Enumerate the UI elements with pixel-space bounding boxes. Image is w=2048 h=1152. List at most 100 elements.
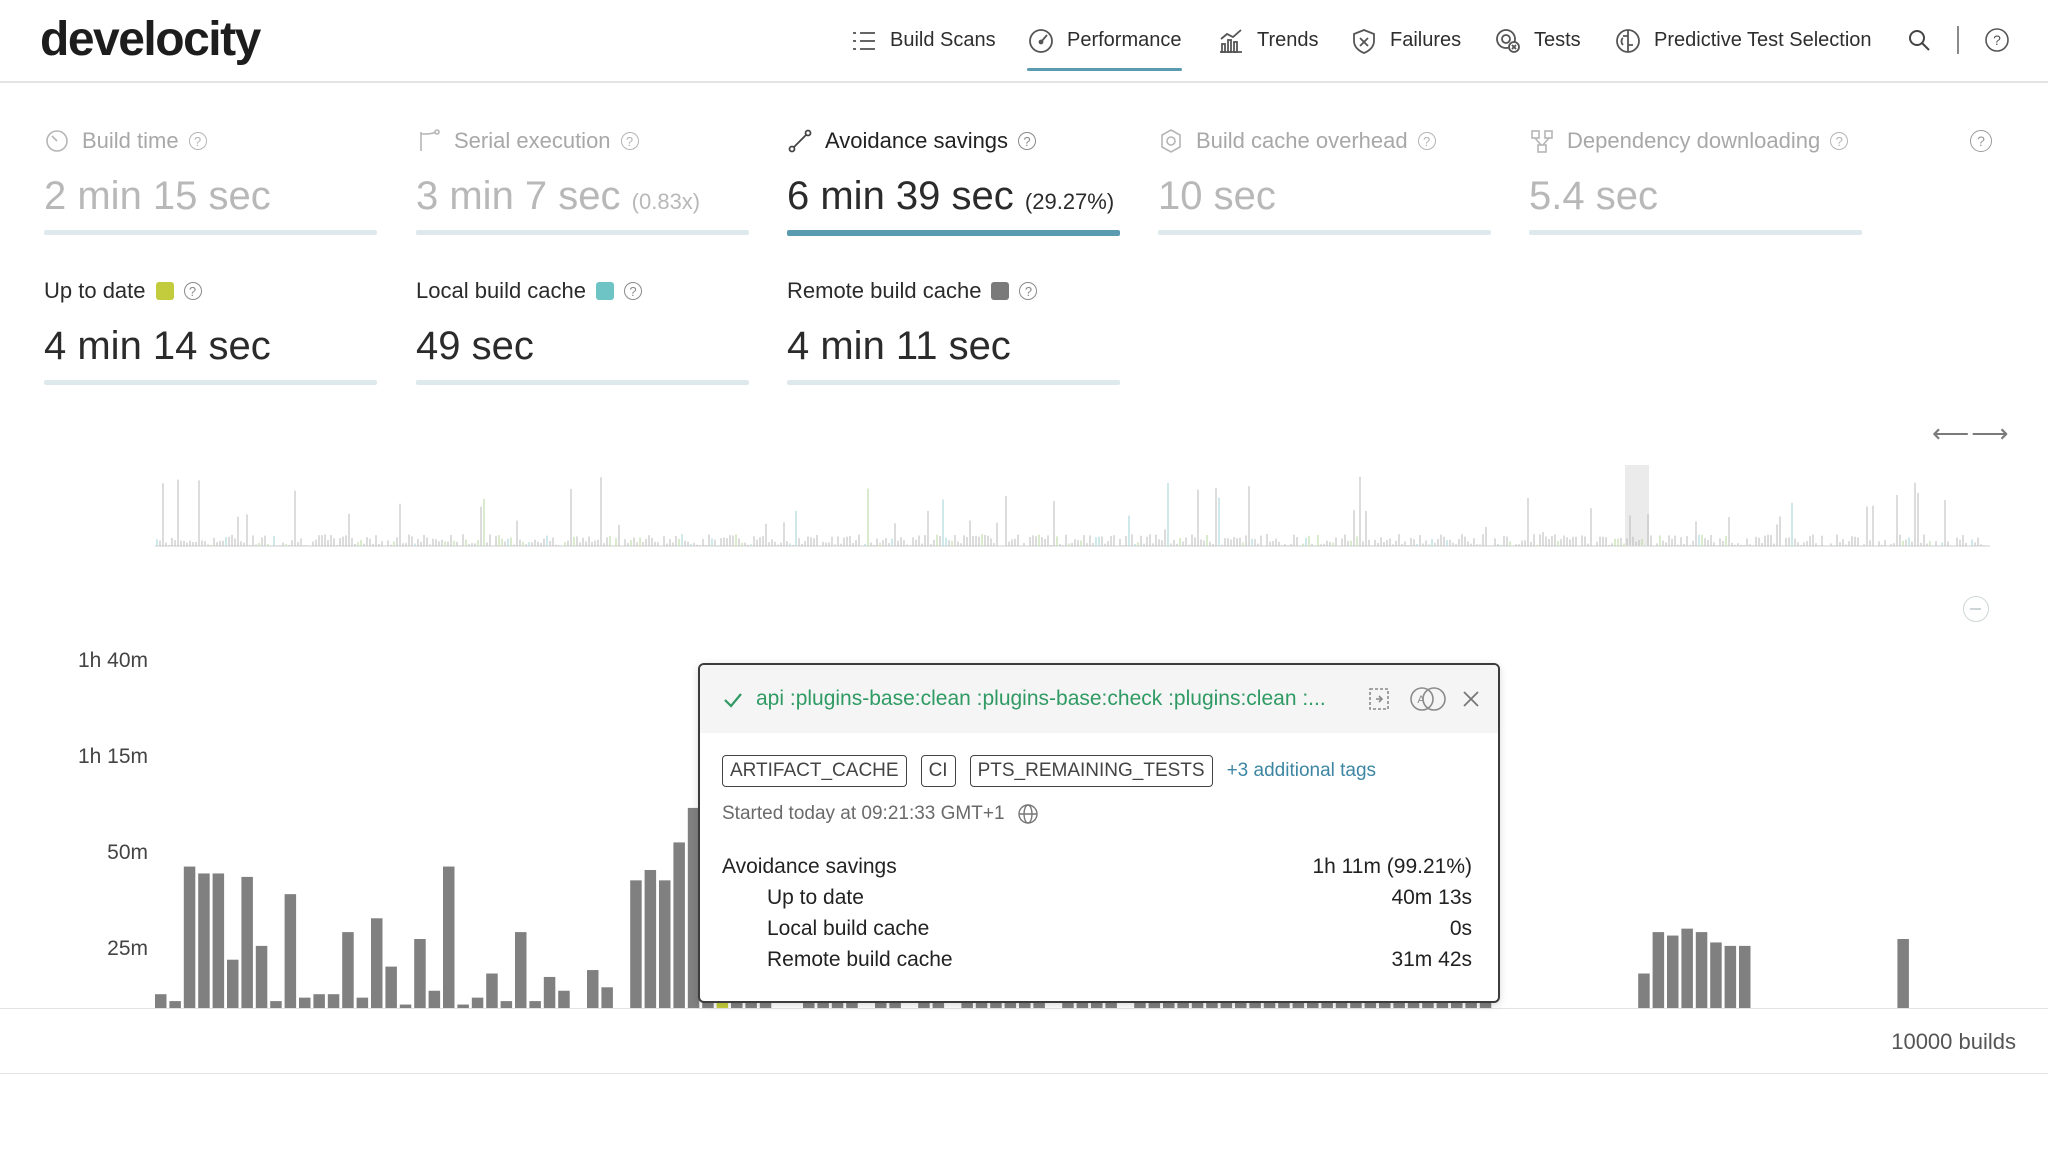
metric-local-build-cache[interactable]: Local build cache ? 49 sec (416, 276, 749, 385)
avoidance-path-icon (788, 129, 812, 153)
chart-bar (385, 966, 397, 1008)
start-time-text: Started today at 09:21:33 GMT+1 (722, 803, 1005, 824)
nav-tests[interactable]: Tests (1494, 0, 1581, 81)
chart-bar (428, 990, 441, 1008)
chart-bar (356, 997, 369, 1008)
nav-predictive-test-selection[interactable]: Predictive Test Selection (1614, 0, 1872, 81)
help-icon[interactable]: ? (1830, 132, 1849, 150)
breakdown-row: Remote build cache 31m 42s (722, 948, 1472, 979)
chart-bar (270, 1001, 282, 1008)
chart-bar (1681, 928, 1693, 1008)
tag-list: ARTIFACT_CACHE CI PTS_REMAINING_TESTS +3… (722, 755, 1376, 787)
builds-count: 10000 builds (1891, 1029, 2016, 1054)
help-icon[interactable]: ? (1970, 130, 1992, 152)
help-icon[interactable]: ? (183, 282, 202, 300)
metric-remote-build-cache[interactable]: Remote build cache ? 4 min 11 sec (787, 276, 1120, 385)
dependency-icon (1531, 130, 1553, 153)
metric-build-cache-overhead[interactable]: Build cache overhead ? 10 sec (1158, 126, 1491, 235)
breakdown-row: Avoidance savings 1h 11m (99.21%) (722, 855, 1472, 886)
help-icon[interactable]: ? (1019, 282, 1038, 300)
chart-bar (1695, 932, 1708, 1008)
tag-chip[interactable]: PTS_REMAINING_TESTS (969, 755, 1213, 787)
metric-build-time[interactable]: Build time ? 2 min 15 sec (44, 126, 377, 235)
metric-up-to-date[interactable]: Up to date ? 4 min 14 sec (44, 276, 377, 385)
chart-bar (255, 945, 268, 1008)
help-icon[interactable]: ? (620, 132, 639, 150)
build-title-link[interactable]: api :plugins-base:clean :plugins-base:ch… (756, 687, 1346, 711)
chart-bar (515, 932, 527, 1008)
compare-builds-icon[interactable]: A (1408, 685, 1448, 713)
pan-arrows-icon[interactable]: ⟵⟶ (1932, 418, 2011, 449)
nav-performance-label: Performance (1067, 29, 1182, 51)
breakdown-label: Up to date (767, 886, 864, 909)
tag-chip[interactable]: CI (920, 755, 956, 787)
build-details-popover[interactable]: api :plugins-base:clean :plugins-base:ch… (698, 663, 1500, 1003)
chart-bar (212, 873, 225, 1008)
metric-serial-execution[interactable]: Serial execution ? 3 min 7 sec (0.83x) (416, 126, 749, 235)
metric-value: 49 sec (416, 324, 534, 368)
chart-bar (155, 994, 167, 1008)
chart-bar (342, 932, 354, 1008)
y-tick-label: 1h 40m (77, 649, 148, 672)
breakdown-row: Local build cache 0s (722, 917, 1472, 948)
help-icon[interactable]: ? (188, 132, 207, 150)
help-icon[interactable]: ? (624, 282, 643, 300)
additional-tags-link[interactable]: +3 additional tags (1227, 760, 1376, 782)
chart-bar (1897, 939, 1909, 1008)
metric-suffix: (0.83x) (631, 189, 701, 214)
y-tick-label: 50m (107, 841, 148, 864)
build-start-time: Started today at 09:21:33 GMT+1 (722, 803, 1039, 825)
chart-bar (299, 997, 311, 1008)
chart-bar (1638, 973, 1650, 1008)
svg-text:?: ? (1993, 32, 2001, 48)
chart-bar (284, 894, 297, 1008)
chart-footer: 10000 builds (0, 1008, 2048, 1074)
nav-build-scans[interactable]: Build Scans (850, 0, 996, 81)
timeline-overview-chart[interactable] (155, 460, 1995, 550)
metric-value: 10 sec (1158, 174, 1276, 218)
close-icon[interactable] (1460, 685, 1482, 713)
nav-trends[interactable]: Trends (1217, 0, 1319, 81)
chart-bar (486, 973, 498, 1008)
nav-pts-label: Predictive Test Selection (1654, 29, 1872, 51)
metric-value: 2 min 15 sec (44, 174, 271, 218)
metric-label: Build cache overhead (1196, 128, 1408, 153)
breakdown-value: 31m 42s (1391, 948, 1472, 971)
help-icon[interactable]: ? (1983, 26, 2011, 54)
y-tick-label: 1h 15m (77, 745, 148, 768)
shield-x-icon (1353, 28, 1375, 54)
metric-underline (787, 380, 1120, 385)
tests-icon (1496, 28, 1520, 53)
nav-performance[interactable]: Performance (1027, 0, 1182, 81)
search-icon[interactable] (1905, 26, 1933, 54)
zoom-out-button[interactable] (1963, 596, 1989, 622)
chart-bar (601, 987, 613, 1008)
metric-label: Build time (82, 128, 179, 153)
popover-header: api :plugins-base:clean :plugins-base:ch… (700, 665, 1498, 733)
develocity-logo[interactable]: develocity (40, 12, 261, 67)
chart-bar (558, 990, 570, 1008)
chart-bar (644, 870, 657, 1008)
nav-failures[interactable]: Failures (1350, 0, 1461, 81)
chart-bar (443, 866, 455, 1008)
help-icon[interactable]: ? (1018, 132, 1037, 150)
metric-dependency-downloading[interactable]: Dependency downloading ? 5.4 sec (1529, 126, 1862, 235)
breakdown-value: 40m 13s (1391, 886, 1472, 909)
metric-underline (1158, 230, 1491, 235)
chart-bar (327, 994, 340, 1008)
chart-bar (529, 1001, 541, 1008)
open-build-scan-icon[interactable] (1365, 685, 1393, 713)
metric-underline (416, 380, 749, 385)
help-icon[interactable]: ? (1417, 132, 1436, 150)
chart-bar (1710, 942, 1722, 1008)
metric-value: 4 min 14 sec (44, 324, 271, 368)
speedometer-icon (1029, 28, 1053, 53)
metric-underline (44, 230, 377, 235)
legend-swatch-local-cache (596, 282, 615, 300)
metric-label: Avoidance savings (825, 128, 1009, 153)
cache-overhead-icon (1161, 129, 1181, 153)
metric-value: 4 min 11 sec (787, 324, 1011, 368)
chart-bar (227, 959, 239, 1008)
metric-avoidance-savings[interactable]: Avoidance savings ? 6 min 39 sec (29.27%… (787, 126, 1120, 236)
tag-chip[interactable]: ARTIFACT_CACHE (722, 755, 907, 787)
